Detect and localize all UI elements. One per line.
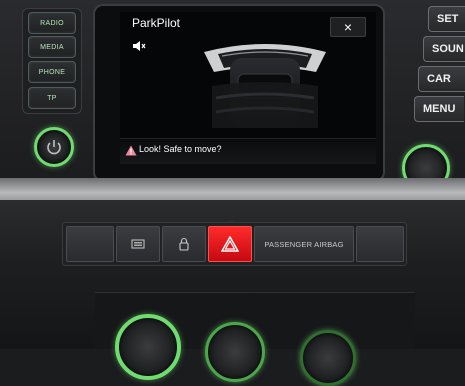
close-button[interactable]: ×: [330, 17, 366, 37]
car-button[interactable]: CAR: [418, 66, 465, 92]
sound-button[interactable]: SOUN: [423, 36, 465, 62]
blank-switch-right: [356, 226, 404, 262]
car-sensor-view: [200, 38, 330, 133]
warning-icon: [125, 143, 137, 156]
lock-icon: [179, 237, 189, 251]
sound-icon[interactable]: [132, 39, 148, 51]
blank-switch: [66, 226, 114, 262]
parkpilot-screen: ParkPilot × Look! Safe to move?: [120, 12, 376, 164]
menu-button[interactable]: MENU: [414, 96, 464, 122]
hazard-button[interactable]: [208, 226, 252, 262]
air-direction-knob[interactable]: [300, 330, 356, 386]
warning-message: Look! Safe to move?: [139, 144, 222, 154]
passenger-airbag-indicator: PASSENGER AIRBAG: [254, 226, 354, 262]
media-button[interactable]: MEDIA: [28, 36, 76, 58]
hazard-icon: [221, 236, 239, 252]
temperature-knob[interactable]: [115, 314, 181, 380]
rear-defrost-icon: [131, 239, 145, 249]
setup-button[interactable]: SET: [428, 6, 465, 32]
fan-knob[interactable]: [205, 322, 265, 382]
airbag-label: PASSENGER AIRBAG: [264, 239, 344, 249]
phone-button[interactable]: PHONE: [28, 61, 76, 83]
radio-button[interactable]: RADIO: [28, 12, 76, 34]
central-lock-button[interactable]: [162, 226, 206, 262]
power-icon: [44, 137, 64, 157]
rear-defrost-button[interactable]: [116, 226, 160, 262]
screen-title: ParkPilot: [132, 16, 181, 30]
tp-button[interactable]: TP: [28, 87, 76, 109]
